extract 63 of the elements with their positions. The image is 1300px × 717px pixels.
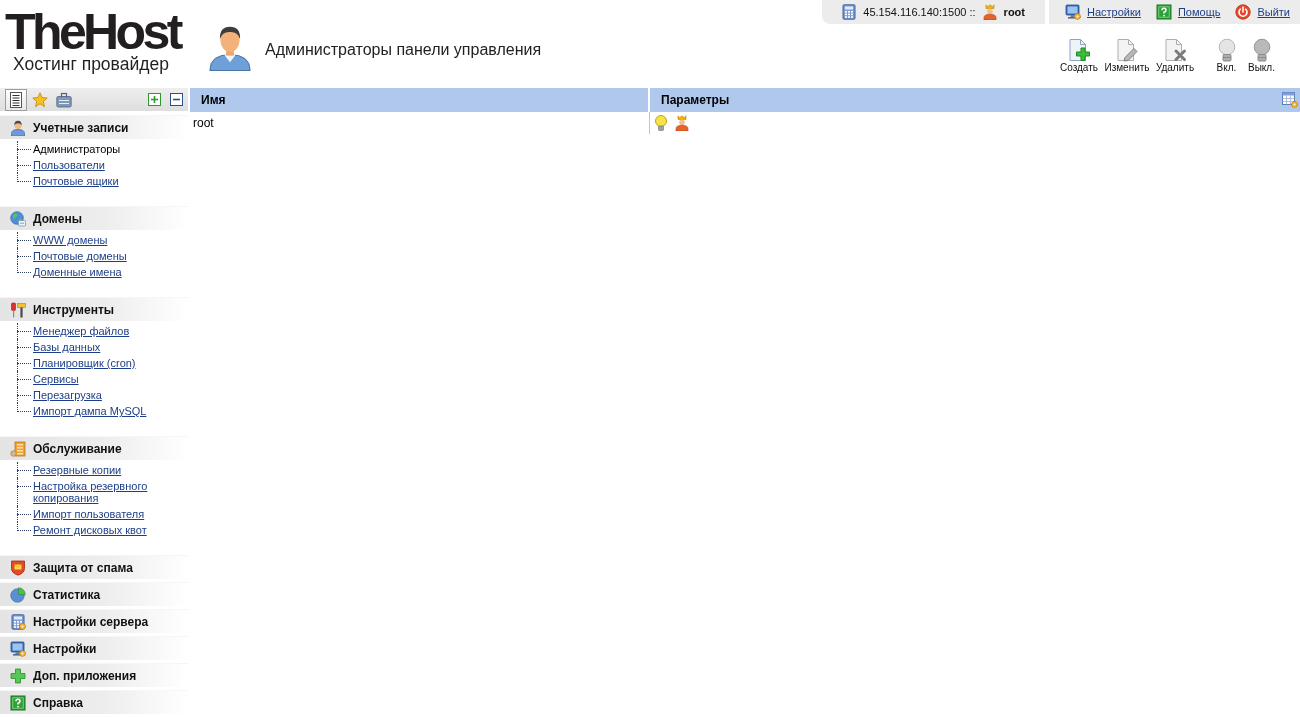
nav-link[interactable]: Доменные имена	[33, 266, 122, 278]
admin-icon	[981, 4, 998, 20]
nav-link[interactable]: Импорт дампа MySQL	[33, 405, 147, 417]
shield-icon	[10, 559, 26, 576]
nav-link[interactable]: Ремонт дисковых квот	[33, 524, 147, 536]
section-header[interactable]: Справка	[0, 690, 188, 714]
table-settings-icon[interactable]	[1282, 92, 1298, 108]
help-icon	[1155, 4, 1172, 20]
pie-chart-icon	[10, 586, 26, 603]
document-plus-icon	[1067, 38, 1091, 62]
tree-tab[interactable]	[5, 88, 27, 111]
section-header[interactable]: Обслуживание	[0, 436, 188, 460]
power-icon	[1235, 4, 1252, 20]
nav-link[interactable]: Настройка резервного копирования	[33, 480, 182, 504]
create-button[interactable]: Создать	[1055, 38, 1103, 74]
logout-link[interactable]: Выйти	[1235, 4, 1290, 20]
column-header[interactable]: Параметры	[650, 93, 1282, 107]
globe-icon	[10, 210, 26, 227]
server-address: 45.154.116.140:1500 ::	[863, 6, 976, 18]
plus-icon	[10, 667, 26, 684]
nav-link[interactable]: Резервные копии	[33, 464, 122, 476]
nav-link[interactable]: Сервисы	[33, 373, 79, 385]
briefcase-icon	[56, 91, 72, 108]
section-header[interactable]: Статистика	[0, 582, 188, 606]
monitor-gear-icon	[1065, 4, 1081, 20]
table-cell-text: root	[192, 115, 215, 132]
section-header[interactable]: Инструменты	[0, 297, 188, 321]
user-icon	[10, 119, 26, 136]
star-icon	[32, 91, 48, 108]
monitor-gear-icon	[10, 640, 26, 657]
tools-icon	[10, 301, 26, 318]
user-name: root	[1003, 6, 1025, 18]
nav-link[interactable]: Базы данных	[33, 341, 101, 353]
section-header[interactable]: Настройки сервера	[0, 609, 188, 633]
section-header[interactable]: Домены	[0, 206, 188, 230]
nav-link[interactable]: Менеджер файлов	[33, 325, 130, 337]
section-header[interactable]: Доп. приложения	[0, 663, 188, 687]
nav-link[interactable]: Перезагрузка	[33, 389, 102, 401]
logo-tagline: Хостинг провайдер	[13, 54, 169, 74]
column-header[interactable]: Имя	[190, 93, 648, 107]
document-x-icon	[1163, 38, 1187, 62]
calculator-gear-icon	[10, 613, 26, 630]
help-icon	[10, 694, 26, 711]
section-header[interactable]: Защита от спама	[0, 555, 188, 579]
calculator-icon	[841, 4, 858, 20]
expand-all-icon[interactable]	[148, 93, 161, 106]
building-icon	[10, 440, 26, 457]
page-title: Администраторы панели управления	[265, 40, 542, 60]
nav-link[interactable]: Планировщик (cron)	[33, 357, 136, 369]
help-link[interactable]: Помощь	[1155, 4, 1221, 20]
section-header[interactable]: Учетные записи	[0, 115, 188, 139]
nav-link[interactable]: Почтовые домены	[33, 250, 127, 262]
collapse-all-icon[interactable]	[170, 93, 183, 106]
logo-wordmark: TheHost	[5, 10, 180, 54]
nav-link[interactable]: Почтовые ящики	[33, 175, 119, 187]
nav-link[interactable]: WWW домены	[33, 234, 108, 246]
settings-link[interactable]: Настройки	[1065, 4, 1141, 20]
document-pencil-icon	[1115, 38, 1139, 62]
nav-link[interactable]: Импорт пользователя	[33, 508, 145, 520]
nav-link[interactable]: Администраторы	[33, 143, 121, 155]
nav-link[interactable]: Пользователи	[33, 159, 105, 171]
list-icon	[8, 91, 24, 108]
section-header[interactable]: Настройки	[0, 636, 188, 660]
